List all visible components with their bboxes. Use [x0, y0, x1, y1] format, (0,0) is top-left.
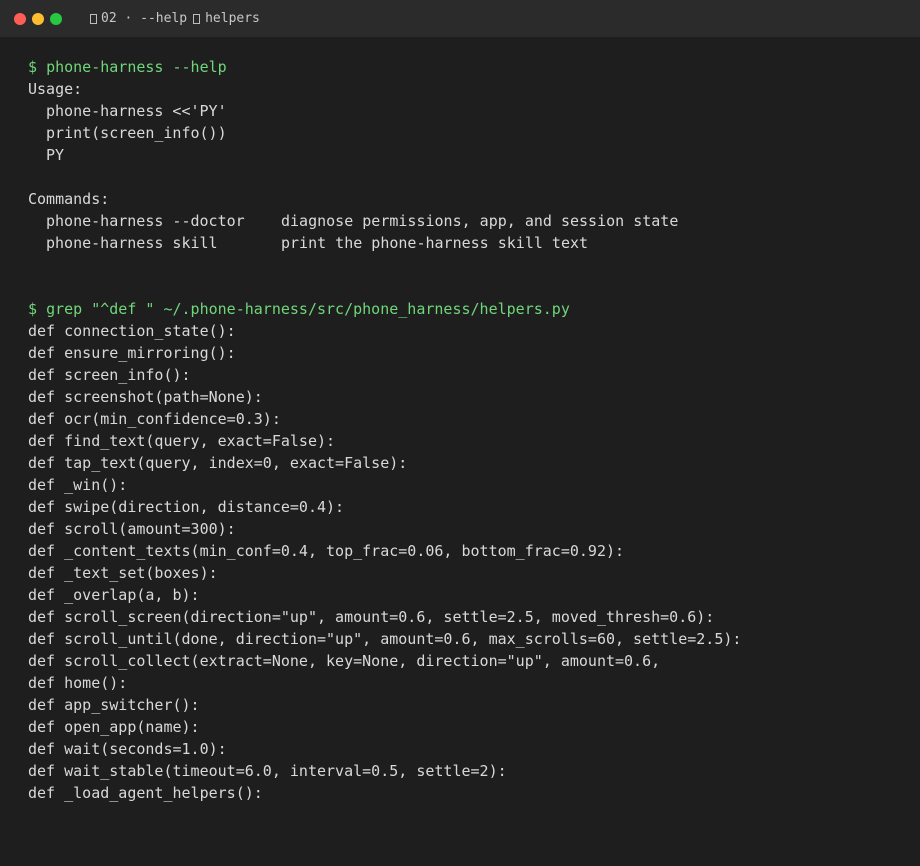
output-line: def scroll_screen(direction="up", amount…: [28, 608, 715, 626]
command-help-row: phone-harness --doctor diagnose permissio…: [28, 210, 920, 232]
terminal-icon: [193, 13, 201, 24]
window-title-tab: helpers: [205, 11, 260, 26]
output-line: def home():: [28, 674, 128, 692]
prompt-symbol: $: [28, 58, 38, 76]
command-text: phone-harness --help: [46, 58, 227, 76]
output-line: def ocr(min_confidence=0.3):: [28, 410, 281, 428]
terminal-output[interactable]: $ phone-harness --help Usage: phone-harn…: [0, 37, 920, 804]
window-controls: [14, 12, 68, 25]
output-line: def scroll_collect(extract=None, key=Non…: [28, 652, 661, 670]
output-line: def _overlap(a, b):: [28, 586, 200, 604]
output-line: def screen_info():: [28, 366, 191, 384]
command-help-row: phone-harness skill print the phone-harne…: [28, 232, 920, 254]
commands-label: Commands:: [28, 190, 110, 208]
output-line: def scroll(amount=300):: [28, 520, 236, 538]
output-line: def app_switcher():: [28, 696, 200, 714]
output-line: def wait_stable(timeout=6.0, interval=0.…: [28, 762, 507, 780]
output-line: def connection_state():: [28, 322, 236, 340]
minimize-window-button[interactable]: [32, 12, 44, 25]
terminal-window: 02 · --help helpers $ phone-harness --he…: [0, 0, 920, 866]
usage-line: phone-harness <<'PY': [46, 102, 227, 120]
window-title: 02 · --help helpers: [90, 11, 260, 26]
command-name: phone-harness skill: [46, 234, 218, 252]
command-description: diagnose permissions, app, and session s…: [281, 212, 679, 230]
command-text: grep "^def " ~/.phone-harness/src/phone_…: [46, 300, 570, 318]
usage-line: print(screen_info()): [46, 124, 227, 142]
usage-line: PY: [46, 146, 65, 164]
terminal-icon: [90, 13, 97, 24]
command-name: phone-harness --doctor: [46, 212, 245, 230]
output-line: def ensure_mirroring():: [28, 344, 236, 362]
close-window-button[interactable]: [14, 12, 26, 25]
output-line: def open_app(name):: [28, 718, 200, 736]
output-line: def scroll_until(done, direction="up", a…: [28, 630, 742, 648]
prompt-symbol: $: [28, 300, 38, 318]
output-line: def swipe(direction, distance=0.4):: [28, 498, 345, 516]
output-line: def _load_agent_helpers():: [28, 784, 263, 802]
maximize-window-button[interactable]: [50, 12, 62, 25]
output-line: def screenshot(path=None):: [28, 388, 263, 406]
output-line: def _content_texts(min_conf=0.4, top_fra…: [28, 542, 625, 560]
command-line: $ grep "^def " ~/.phone-harness/src/phon…: [28, 298, 920, 320]
output-line: def wait(seconds=1.0):: [28, 740, 227, 758]
output-line: def find_text(query, exact=False):: [28, 432, 336, 450]
command-line: $ phone-harness --help: [28, 56, 920, 78]
usage-label: Usage:: [28, 80, 83, 98]
window-title-tab: 02 · --help: [101, 11, 188, 26]
command-description: print the phone-harness skill text: [281, 234, 589, 252]
output-line: def _win():: [28, 476, 128, 494]
output-line: def tap_text(query, index=0, exact=False…: [28, 454, 408, 472]
title-bar: 02 · --help helpers: [0, 0, 920, 37]
output-line: def _text_set(boxes):: [28, 564, 218, 582]
